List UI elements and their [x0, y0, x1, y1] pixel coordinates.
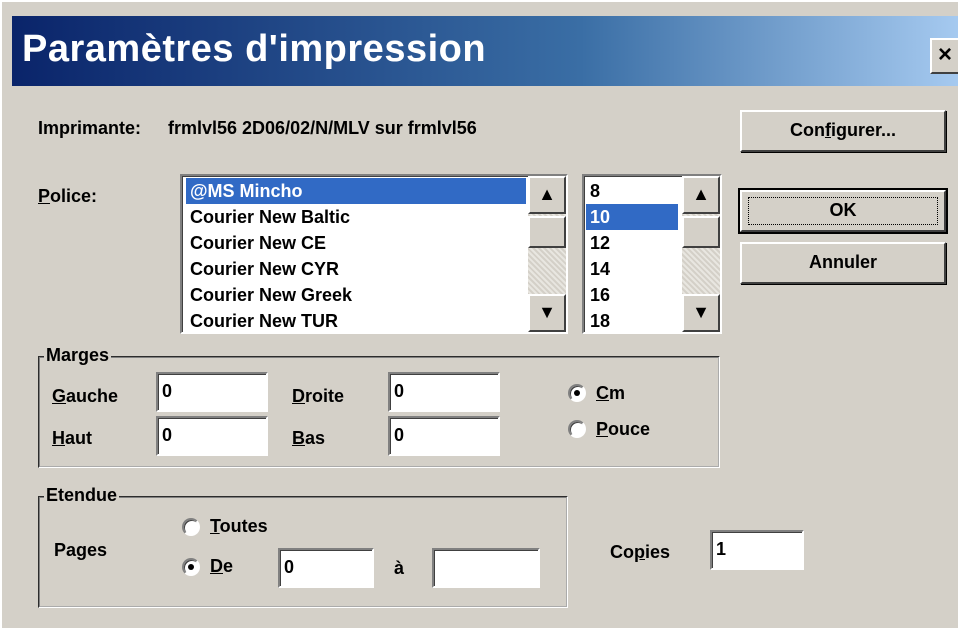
- top-margin-rest: aut: [65, 428, 92, 448]
- copies-label-accel: p: [634, 542, 645, 562]
- copies-label: Copies: [610, 542, 670, 563]
- left-margin-accel: G: [52, 386, 67, 406]
- top-margin-accel: H: [52, 428, 65, 448]
- scroll-up-button[interactable]: ▲: [528, 176, 566, 214]
- configure-button[interactable]: Configurer...: [740, 110, 946, 152]
- bottom-margin-input[interactable]: 0: [388, 416, 500, 456]
- scroll-down-button[interactable]: ▼: [682, 294, 720, 332]
- all-pages-rest: outes: [219, 516, 268, 536]
- size-list-item[interactable]: 16: [586, 282, 678, 308]
- font-listbox[interactable]: @MS Mincho Courier New Baltic Courier Ne…: [180, 174, 568, 334]
- copies-label-post: ies: [645, 542, 671, 562]
- dialog-title: Paramètres d'impression: [22, 28, 487, 70]
- title-bar: Paramètres d'impression ×: [12, 16, 958, 86]
- bottom-margin-accel: B: [292, 428, 305, 448]
- font-scrollbar[interactable]: ▲ ▼: [528, 176, 566, 332]
- all-pages-label[interactable]: Toutes: [210, 516, 268, 537]
- font-list-item[interactable]: Courier New CYR: [186, 256, 526, 282]
- scroll-down-button[interactable]: ▼: [528, 294, 566, 332]
- scroll-up-button[interactable]: ▲: [682, 176, 720, 214]
- all-pages-radio[interactable]: [182, 518, 200, 536]
- size-list-item[interactable]: 8: [586, 178, 678, 204]
- unit-cm-label[interactable]: Cm: [596, 383, 625, 404]
- range-group-label: Etendue: [44, 485, 120, 506]
- from-page-input[interactable]: 0: [278, 548, 374, 588]
- scroll-up-arrow-icon: ▲: [538, 184, 556, 204]
- to-page-input[interactable]: [432, 548, 540, 588]
- font-list-item[interactable]: Courier New CE: [186, 230, 526, 256]
- unit-cm-rest: m: [609, 383, 626, 403]
- bottom-margin-label: Bas: [292, 428, 325, 449]
- scroll-up-arrow-icon: ▲: [692, 184, 710, 204]
- scroll-down-arrow-icon: ▼: [692, 302, 710, 322]
- from-page-accel: D: [210, 556, 223, 576]
- scroll-thumb[interactable]: [682, 216, 720, 248]
- scroll-down-arrow-icon: ▼: [538, 302, 556, 322]
- left-margin-rest: auche: [66, 386, 119, 406]
- scroll-thumb[interactable]: [528, 216, 566, 248]
- font-label-rest: olice:: [50, 186, 98, 206]
- copies-label-pre: Co: [610, 542, 634, 562]
- margins-group-label: Marges: [44, 345, 112, 366]
- size-scrollbar[interactable]: ▲ ▼: [682, 176, 720, 332]
- margins-group: Marges: [38, 345, 720, 468]
- size-listbox[interactable]: 8 10 12 14 16 18 ▲ ▼: [582, 174, 722, 334]
- from-page-label[interactable]: De: [210, 556, 233, 577]
- from-page-radio[interactable]: [182, 558, 200, 576]
- font-label-accel: P: [38, 186, 51, 206]
- unit-cm-accel: C: [596, 383, 609, 403]
- font-list-item[interactable]: Courier New Baltic: [186, 204, 526, 230]
- font-list-item[interactable]: Courier New TUR: [186, 308, 526, 332]
- bottom-margin-rest: as: [305, 428, 326, 448]
- font-label: Police:: [38, 186, 97, 207]
- unit-inch-label[interactable]: Pouce: [596, 419, 650, 440]
- unit-inch-radio[interactable]: [568, 420, 586, 438]
- pages-label: Pages: [54, 540, 108, 560]
- size-list-item[interactable]: 14: [586, 256, 678, 282]
- right-margin-label: Droite: [292, 386, 344, 407]
- configure-label-pre: Con: [789, 120, 825, 140]
- unit-inch-rest: ouce: [608, 419, 651, 439]
- focus-rect: [748, 197, 938, 225]
- from-page-rest: e: [223, 556, 234, 576]
- top-margin-input[interactable]: 0: [156, 416, 268, 456]
- left-margin-label: Gauche: [52, 386, 118, 407]
- right-margin-accel: D: [292, 386, 305, 406]
- right-margin-input[interactable]: 0: [388, 372, 500, 412]
- font-list-item[interactable]: @MS Mincho: [186, 178, 526, 204]
- close-button[interactable]: ×: [930, 38, 958, 74]
- unit-inch-accel: P: [596, 419, 609, 439]
- ok-button[interactable]: OK: [738, 188, 948, 234]
- size-list-item[interactable]: 12: [586, 230, 678, 256]
- cancel-button[interactable]: Annuler: [740, 242, 946, 284]
- top-margin-label: Haut: [52, 428, 92, 449]
- size-list-item[interactable]: 18: [586, 308, 678, 332]
- configure-label-post: igurer...: [830, 120, 897, 140]
- print-settings-dialog: Paramètres d'impression × Imprimante: fr…: [0, 0, 958, 628]
- size-list-item[interactable]: 10: [586, 204, 678, 230]
- font-list-item[interactable]: Courier New Greek: [186, 282, 526, 308]
- to-label: à: [394, 558, 405, 578]
- copies-input[interactable]: 1: [710, 530, 804, 570]
- right-margin-rest: roite: [305, 386, 345, 406]
- printer-label: Imprimante:: [38, 118, 142, 138]
- close-icon: ×: [937, 41, 952, 68]
- unit-cm-radio[interactable]: [568, 384, 586, 402]
- left-margin-input[interactable]: 0: [156, 372, 268, 412]
- cancel-label: Annuler: [808, 252, 877, 272]
- all-pages-accel: T: [210, 516, 220, 536]
- printer-name: frmlvl56 2D06/02/N/MLV sur frmlvl56: [168, 118, 477, 138]
